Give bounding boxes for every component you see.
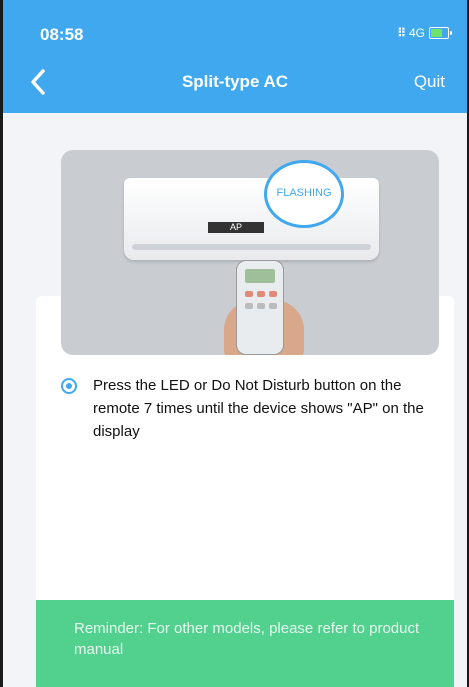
ac-illustration: AP FLASHING — [61, 150, 439, 355]
flashing-bubble: FLASHING — [264, 160, 344, 228]
battery-icon — [429, 27, 452, 39]
quit-button[interactable]: Quit — [414, 72, 445, 92]
instruction-text: Press the LED or Do Not Disturb button o… — [93, 377, 424, 440]
remote-control-image — [236, 260, 284, 355]
app-header: 08:58 ⠿ 4G Split-type AC Quit — [3, 0, 467, 113]
radio-selected-icon[interactable] — [61, 378, 77, 394]
phone-screen: 08:58 ⠿ 4G Split-type AC Quit AP FLASHIN… — [0, 0, 469, 687]
signal-icon: ⠿ — [397, 26, 406, 40]
remote-button — [257, 291, 265, 297]
page-title: Split-type AC — [181, 72, 289, 91]
status-time: 08:58 — [40, 25, 84, 44]
reminder-banner: Reminder: For other models, please refer… — [36, 600, 454, 687]
remote-button — [269, 303, 277, 309]
remote-screen — [245, 269, 275, 283]
remote-button — [245, 303, 253, 309]
remote-button — [245, 291, 253, 297]
remote-button — [269, 291, 277, 297]
bubble-text: FLASHING — [276, 187, 332, 199]
status-right: ⠿ 4G — [397, 26, 452, 40]
remote-button — [257, 303, 265, 309]
ac-vent — [132, 244, 371, 250]
reminder-text: Reminder: For other models, please refer… — [74, 620, 420, 658]
network-label: 4G — [408, 26, 425, 40]
ac-display: AP — [208, 222, 264, 233]
